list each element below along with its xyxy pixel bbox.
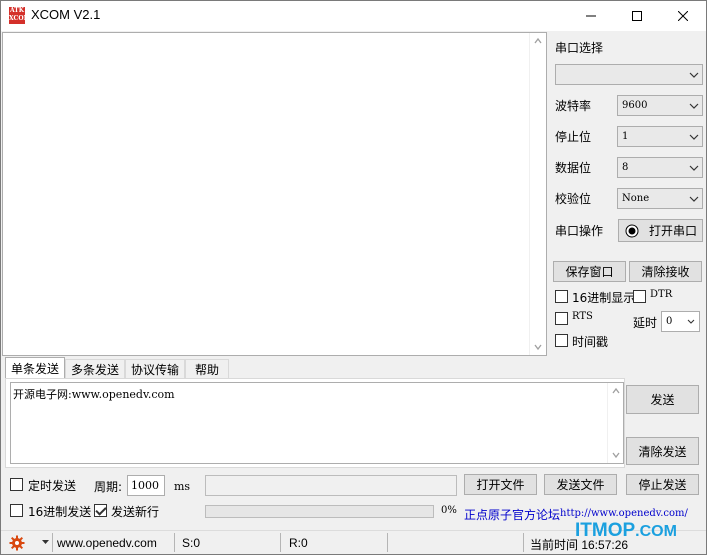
- dtr-label: DTR: [650, 289, 673, 300]
- scroll-down-icon[interactable]: [612, 451, 620, 459]
- hex-display-checkbox[interactable]: [555, 290, 568, 303]
- port-select-label: 串口选择: [555, 41, 604, 55]
- scroll-down-icon[interactable]: [534, 343, 542, 351]
- rts-label: RTS: [572, 311, 593, 322]
- tab-multi-send[interactable]: 多条发送: [65, 359, 125, 379]
- maximize-icon: [632, 11, 642, 21]
- status-received: R:0: [289, 536, 308, 550]
- status-separator: [387, 533, 388, 552]
- stop-bits-value: 1: [622, 131, 629, 142]
- tab-protocol[interactable]: 协议传输: [125, 359, 185, 379]
- close-icon: [678, 11, 688, 21]
- baud-label: 波特率: [555, 99, 592, 113]
- hex-send-label: 16进制发送: [28, 505, 92, 519]
- receive-area[interactable]: [2, 32, 547, 356]
- itmop-watermark: ITMOP.COM: [575, 520, 677, 542]
- open-port-label: 打开串口: [649, 224, 698, 238]
- tab-single-send[interactable]: 单条发送: [5, 357, 65, 379]
- open-file-button[interactable]: 打开文件: [464, 474, 537, 495]
- hex-send-checkbox[interactable]: [10, 504, 23, 517]
- window-title: XCOM V2.1: [31, 7, 101, 22]
- baud-value: 9600: [622, 100, 648, 111]
- data-bits-label: 数据位: [555, 161, 592, 175]
- send-newline-label: 发送新行: [111, 505, 160, 519]
- minimize-button[interactable]: [568, 1, 614, 31]
- status-separator: [523, 533, 524, 552]
- maximize-button[interactable]: [614, 1, 660, 31]
- send-textarea[interactable]: 开源电子网:www.openedv.com: [10, 382, 624, 464]
- delay-value: 0: [666, 316, 673, 327]
- port-select-combo[interactable]: [555, 64, 703, 85]
- period-input[interactable]: 1000: [127, 475, 165, 496]
- scroll-up-icon[interactable]: [612, 387, 620, 395]
- baud-combo[interactable]: 9600: [617, 95, 703, 116]
- parity-label: 校验位: [555, 192, 592, 206]
- receive-scrollbar[interactable]: [529, 33, 546, 355]
- clear-receive-button[interactable]: 清除接收: [629, 261, 702, 282]
- gear-icon: [9, 535, 25, 551]
- chevron-down-icon: [686, 189, 702, 208]
- send-file-button[interactable]: 发送文件: [544, 474, 617, 495]
- chevron-down-icon: [686, 158, 702, 177]
- minimize-icon: [586, 15, 596, 17]
- period-label: 周期:: [94, 480, 123, 494]
- ms-label: ms: [174, 480, 191, 493]
- scroll-up-icon[interactable]: [534, 37, 542, 45]
- send-progress-bar: [205, 505, 434, 518]
- dropdown-arrow-icon[interactable]: [42, 540, 49, 545]
- chevron-down-icon: [686, 96, 702, 115]
- status-separator: [280, 533, 281, 552]
- chevron-down-icon: [686, 127, 702, 146]
- chevron-down-icon: [683, 312, 699, 331]
- logo-text-top: ATK: [9, 7, 24, 14]
- delay-spinbox[interactable]: 0: [661, 311, 700, 332]
- forum-url[interactable]: http://www.openedv.com/: [560, 508, 688, 519]
- parity-value: None: [622, 193, 650, 204]
- app-logo: ATK XCOM: [9, 7, 25, 24]
- progress-percent: 0%: [441, 505, 457, 516]
- send-text: 开源电子网:www.openedv.com: [13, 388, 175, 401]
- timed-send-checkbox[interactable]: [10, 478, 23, 491]
- chevron-down-icon: [686, 65, 702, 84]
- save-window-button[interactable]: 保存窗口: [553, 261, 626, 282]
- close-button[interactable]: [660, 1, 706, 31]
- parity-combo[interactable]: None: [617, 188, 703, 209]
- stop-send-button[interactable]: 停止发送: [626, 474, 699, 495]
- open-port-button[interactable]: 打开串口: [618, 219, 703, 242]
- file-path-field[interactable]: [205, 475, 457, 496]
- dtr-checkbox[interactable]: [633, 290, 646, 303]
- clear-send-button[interactable]: 清除发送: [626, 437, 699, 465]
- xcom-window: ATK XCOM XCOM V2.1 串口选择 波特率 9600 停止位 1: [0, 0, 707, 555]
- rts-checkbox[interactable]: [555, 312, 568, 325]
- port-op-label: 串口操作: [555, 224, 604, 238]
- delay-label: 延时: [633, 316, 658, 330]
- watermark-suffix: .COM: [635, 523, 677, 540]
- logo-text-bottom: XCOM: [9, 15, 25, 22]
- hex-display-label: 16进制显示: [572, 291, 636, 305]
- timestamp-checkbox[interactable]: [555, 334, 568, 347]
- tab-help[interactable]: 帮助: [185, 359, 229, 379]
- record-icon: [625, 224, 639, 237]
- forum-link[interactable]: 正点原子官方论坛: [464, 506, 560, 523]
- title-bar[interactable]: ATK XCOM XCOM V2.1: [1, 1, 706, 31]
- watermark-main: ITMOP: [575, 520, 636, 541]
- timestamp-label: 时间戳: [572, 335, 609, 349]
- settings-menu-button[interactable]: [9, 534, 29, 552]
- stop-bits-combo[interactable]: 1: [617, 126, 703, 147]
- status-separator: [52, 533, 53, 552]
- send-button[interactable]: 发送: [626, 385, 699, 414]
- send-scrollbar[interactable]: [607, 383, 623, 463]
- stop-bits-label: 停止位: [555, 130, 592, 144]
- data-bits-value: 8: [622, 162, 629, 173]
- status-sent: S:0: [182, 536, 201, 550]
- send-newline-checkbox[interactable]: [94, 504, 107, 517]
- status-site: www.openedv.com: [57, 536, 157, 550]
- timed-send-label: 定时发送: [28, 479, 77, 493]
- data-bits-combo[interactable]: 8: [617, 157, 703, 178]
- status-separator: [174, 533, 175, 552]
